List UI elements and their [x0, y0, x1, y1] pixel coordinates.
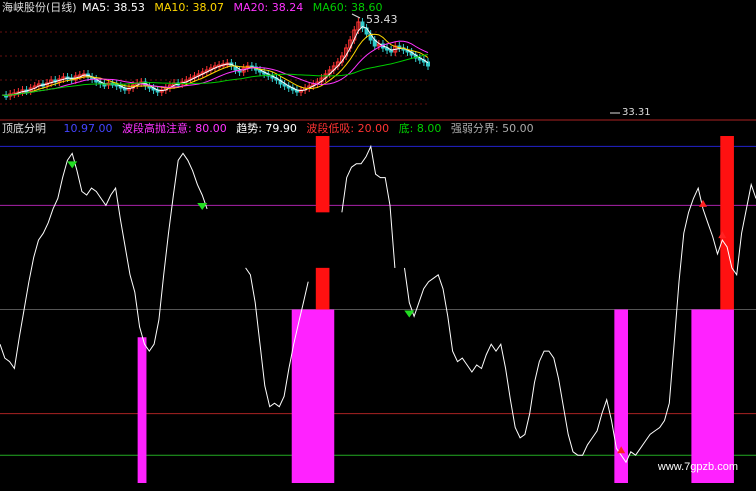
- ma20-value: 38.24: [272, 1, 304, 14]
- high-price-label: 53.43: [366, 13, 398, 26]
- ma5-value: 38.53: [113, 1, 145, 14]
- floor-value: 8.00: [417, 122, 442, 135]
- strength-value: 50.00: [502, 122, 534, 135]
- ma20-label: MA20:: [234, 1, 269, 14]
- trend-line: [0, 153, 207, 368]
- signal-bar: [720, 136, 734, 310]
- chart-canvas: [0, 0, 756, 487]
- bottom-buy-label: 波段低吸:: [306, 122, 354, 135]
- indicator-header: 顶底分明 10.97.00 波段高抛注意: 80.00 趋势: 79.90 波段…: [2, 122, 534, 135]
- price-panel-header: 海峡股份(日线) MA5: 38.53 MA10: 38.07 MA20: 38…: [2, 1, 382, 14]
- floor-label: 底:: [399, 122, 414, 135]
- ma10-label: MA10:: [154, 1, 189, 14]
- ma60-line: [2, 55, 428, 96]
- strength-label: 强弱分界:: [451, 122, 499, 135]
- ma60-label: MA60:: [313, 1, 348, 14]
- v1-value: 10.97.00: [64, 122, 113, 135]
- trend-value: 79.90: [265, 122, 297, 135]
- buy-marker-icon: [699, 200, 707, 207]
- bottom-buy-value: 20.00: [358, 122, 390, 135]
- signal-bar: [316, 268, 330, 310]
- trend-line: [342, 146, 395, 268]
- trend-label: 趋势:: [236, 122, 262, 135]
- signal-bar: [316, 136, 330, 212]
- chart-svg: [0, 0, 756, 487]
- low-price-label: 33.31: [622, 107, 651, 118]
- top-alert-value: 80.00: [195, 122, 227, 135]
- watermark: www.7gpzb.com: [658, 461, 738, 473]
- top-alert-label: 波段高抛注意:: [122, 122, 192, 135]
- stock-name: 海峡股份(日线): [2, 1, 77, 14]
- signal-bar: [138, 337, 147, 483]
- ma5-label: MA5:: [82, 1, 110, 14]
- signal-bar: [691, 310, 734, 484]
- signal-bar: [614, 310, 628, 484]
- signal-bar: [292, 310, 335, 484]
- high-price-pointer: [352, 14, 360, 18]
- ma10-value: 38.07: [193, 1, 225, 14]
- indicator-name: 顶底分明: [2, 122, 46, 135]
